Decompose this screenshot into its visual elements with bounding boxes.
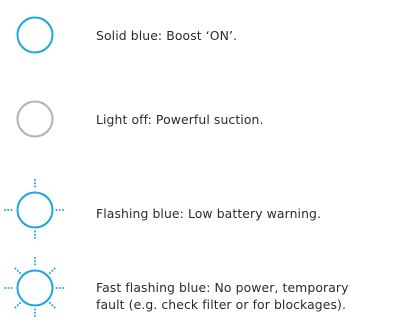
- legend-item-solid-blue: Solid blue: Boost ‘ON’.: [0, 0, 411, 80]
- legend-item-light-off: Light off: Powerful suction.: [0, 84, 411, 164]
- fast-flashing-blue-ring-icon: [0, 253, 80, 333]
- legend-item-flashing-blue: Flashing blue: Low battery warning.: [0, 175, 411, 255]
- legend-text-solid-blue: Solid blue: Boost ‘ON’.: [96, 28, 238, 43]
- legend-text-fast-flashing-line1: Fast flashing blue: No power, temporary: [96, 280, 349, 295]
- legend-text-fast-flashing-line2: fault (e.g. check filter or for blockage…: [96, 297, 347, 312]
- legend-text-light-off: Light off: Powerful suction.: [96, 112, 264, 127]
- solid-blue-ring-icon: [0, 0, 80, 80]
- flashing-blue-ring-icon: [0, 175, 80, 255]
- legend-item-fast-flashing-blue: Fast flashing blue: No power, temporary …: [0, 253, 411, 327]
- grey-ring-off-icon: [0, 84, 80, 164]
- legend-text-flashing-blue: Flashing blue: Low battery warning.: [96, 206, 322, 221]
